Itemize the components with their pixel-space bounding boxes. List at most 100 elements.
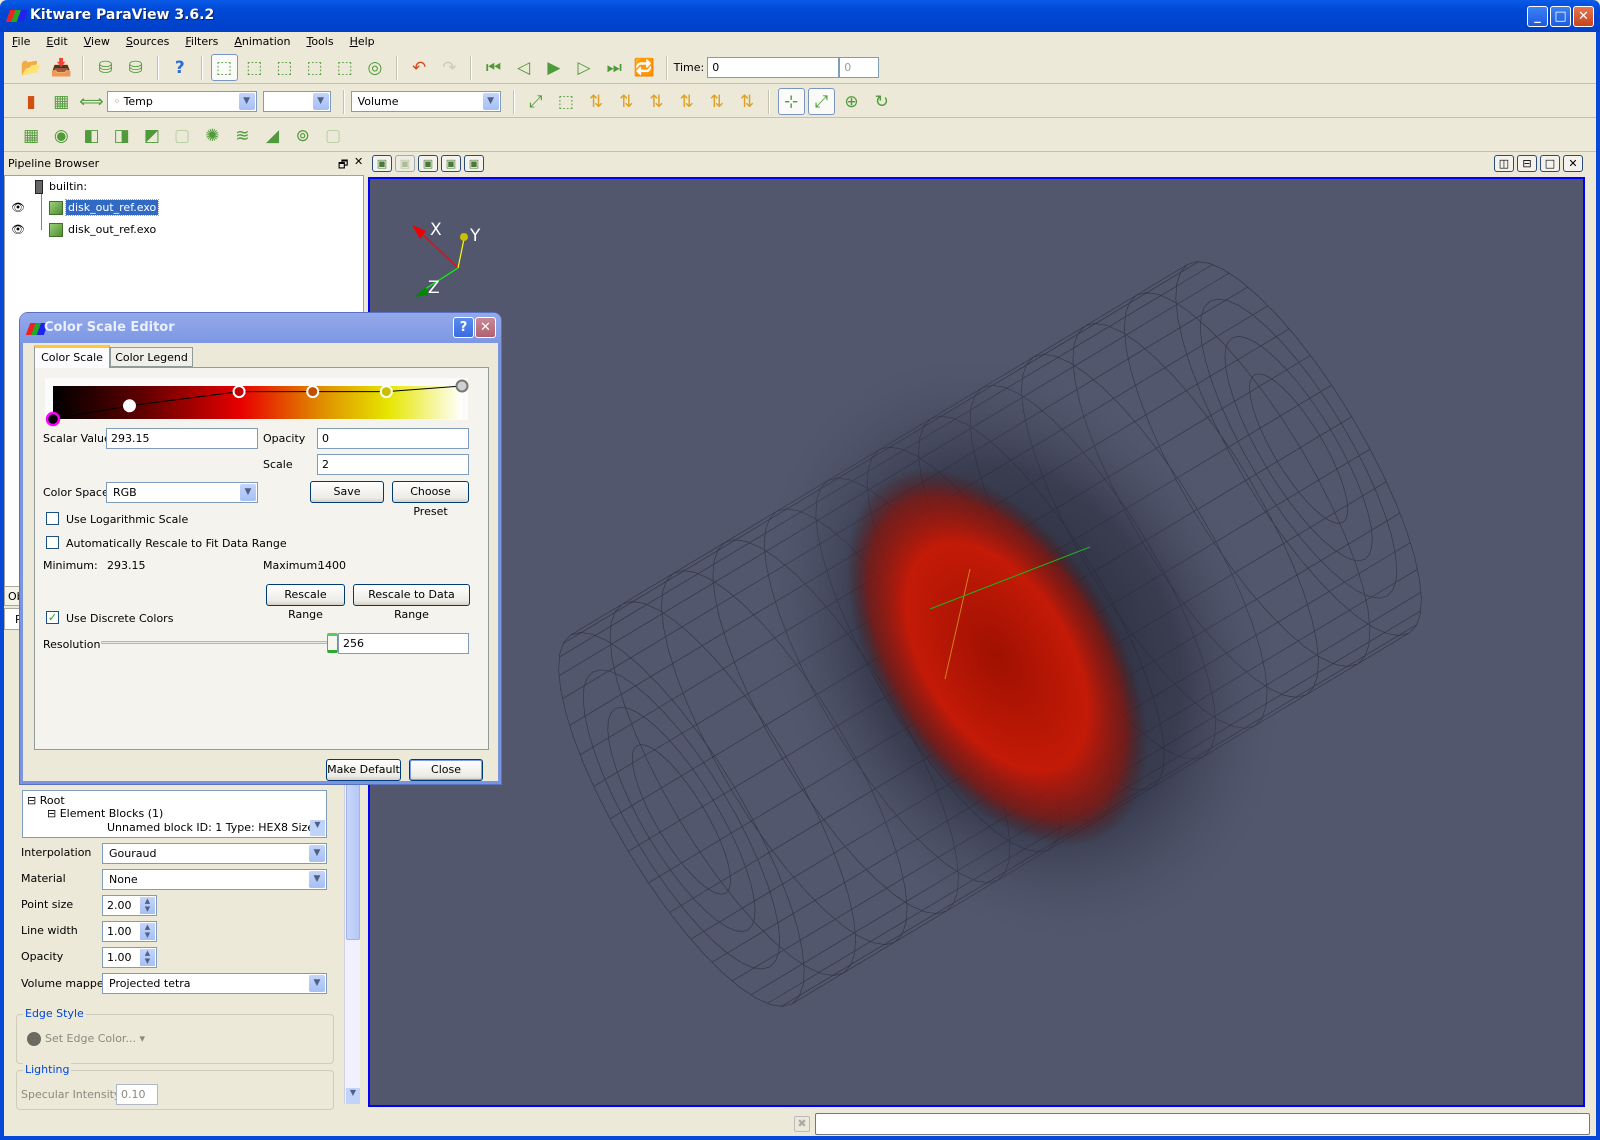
chart-icon[interactable]: ▣ xyxy=(441,155,461,172)
pick-center-icon[interactable]: ⊕ xyxy=(838,88,865,115)
server-item[interactable]: builtin: xyxy=(35,178,87,196)
use-log-scale-checkbox[interactable] xyxy=(46,512,59,525)
set-edge-color-button[interactable]: Set Edge Color... ▾ xyxy=(27,1032,145,1046)
material-select[interactable]: None ▼ xyxy=(102,869,327,890)
minimize-button[interactable]: _ xyxy=(1527,6,1548,27)
scroll-down-icon[interactable]: ▼ xyxy=(346,1088,360,1104)
warp-vector-icon[interactable]: ◢ xyxy=(259,122,286,149)
connect-icon[interactable]: ⛁ xyxy=(92,54,119,81)
close-window-button[interactable]: ✕ xyxy=(1573,6,1594,27)
visibility-eye-icon[interactable]: 👁 xyxy=(11,199,25,217)
control-point[interactable] xyxy=(455,379,469,393)
component-select[interactable]: ▼ xyxy=(262,91,331,112)
capture-icon[interactable]: ▣ xyxy=(372,155,392,172)
split-vertical-icon[interactable]: ⊟ xyxy=(1517,155,1537,172)
interactive-select-icon[interactable]: ◎ xyxy=(361,54,388,81)
control-point[interactable] xyxy=(122,399,136,413)
menu-file[interactable]: File xyxy=(4,32,38,52)
representation-select[interactable]: Volume ▼ xyxy=(350,91,501,112)
menu-filters[interactable]: Filters xyxy=(177,32,226,52)
clear-progress-icon[interactable]: ✖ xyxy=(794,1116,810,1132)
link-camera-icon[interactable]: ▣ xyxy=(395,155,415,172)
maximize-view-icon[interactable]: □ xyxy=(1540,155,1560,172)
auto-rescale-checkbox[interactable] xyxy=(46,536,59,549)
loop-icon[interactable]: 🔁 xyxy=(631,54,658,81)
color-space-select[interactable]: RGB ▼ xyxy=(106,482,258,503)
menu-help[interactable]: Help xyxy=(342,32,383,52)
tab-color-legend[interactable]: Color Legend xyxy=(110,347,193,367)
tab-color-scale[interactable]: Color Scale xyxy=(34,345,110,368)
select-points-frustum-icon[interactable]: ⬚ xyxy=(301,54,328,81)
view-plus-z-icon[interactable]: ⇅ xyxy=(703,88,730,115)
control-point[interactable] xyxy=(306,385,320,399)
view-plus-y-icon[interactable]: ⇅ xyxy=(643,88,670,115)
group-datasets-icon[interactable]: ⊚ xyxy=(289,122,316,149)
calculator-icon[interactable]: ▦ xyxy=(18,122,45,149)
dialog-title-bar[interactable]: Color Scale Editor ? ✕ xyxy=(20,313,501,343)
spin-arrows-icon[interactable]: ▲ ▼ xyxy=(140,897,155,914)
stream-tracer-icon[interactable]: ≋ xyxy=(229,122,256,149)
select-cells-icon[interactable]: ⬚ xyxy=(210,54,238,81)
view-minus-z-icon[interactable]: ⇅ xyxy=(733,88,760,115)
next-frame-icon[interactable]: ▷ xyxy=(571,54,598,81)
view-minus-y-icon[interactable]: ⇅ xyxy=(673,88,700,115)
menu-animation[interactable]: Animation xyxy=(226,32,298,52)
control-point[interactable] xyxy=(232,385,246,399)
edit-colormap-icon[interactable]: ▮ xyxy=(18,88,45,115)
slider-handle[interactable] xyxy=(327,633,338,653)
spreadsheet-icon[interactable]: ▣ xyxy=(418,155,438,172)
use-discrete-colors-checkbox[interactable]: ✓ xyxy=(46,611,59,624)
save-button[interactable]: Save xyxy=(310,481,384,503)
select-cells-frustum-icon[interactable]: ⬚ xyxy=(271,54,298,81)
resolution-input[interactable]: 256 xyxy=(338,633,469,654)
menu-edit[interactable]: Edit xyxy=(38,32,75,52)
make-default-button[interactable]: Make Default xyxy=(326,759,401,781)
3d-scene[interactable]: X Y Z xyxy=(370,179,1585,1107)
interpolation-select[interactable]: Gouraud ▼ xyxy=(102,843,327,864)
close-button[interactable]: Close xyxy=(409,759,483,781)
rescale-to-data-range-button[interactable]: Rescale to Data Range xyxy=(353,584,470,621)
scalar-value-input[interactable]: 293.15 xyxy=(106,428,258,449)
rotate-center-icon[interactable]: ↻ xyxy=(868,88,895,115)
select-points-icon[interactable]: ⬚ xyxy=(241,54,268,81)
close-dialog-button[interactable]: ✕ xyxy=(475,317,496,338)
resolution-slider[interactable] xyxy=(101,633,338,653)
lookmark-icon[interactable]: ▣ xyxy=(464,155,484,172)
previous-frame-icon[interactable]: ◁ xyxy=(510,54,537,81)
scale-input[interactable]: 2 xyxy=(317,454,469,475)
spin-arrows-icon[interactable]: ▲ ▼ xyxy=(140,949,155,966)
extract-level-icon[interactable]: ▢ xyxy=(319,122,346,149)
pipeline-item[interactable]: disk_out_ref.exo xyxy=(49,199,160,217)
zoom-to-box-icon[interactable]: ⬚ xyxy=(552,88,579,115)
toggle-color-legend-icon[interactable]: ▦ xyxy=(48,88,75,115)
rescale-range-button[interactable]: Rescale Range xyxy=(266,584,345,621)
clip-icon[interactable]: ◧ xyxy=(78,122,105,149)
save-data-icon[interactable]: 📥 xyxy=(48,54,75,81)
transfer-function-editor[interactable] xyxy=(45,378,469,427)
view-plus-x-icon[interactable]: ⇅ xyxy=(583,88,610,115)
menu-sources[interactable]: Sources xyxy=(118,32,178,52)
line-width-spinbox[interactable]: 1.00 ▲ ▼ xyxy=(102,921,157,942)
play-icon[interactable]: ▶ xyxy=(540,54,567,81)
reset-center-icon[interactable]: ⤢ xyxy=(807,88,835,115)
split-horizontal-icon[interactable]: ◫ xyxy=(1494,155,1514,172)
slice-icon[interactable]: ◨ xyxy=(108,122,135,149)
first-frame-icon[interactable]: ⏮ xyxy=(480,54,507,81)
threshold-icon[interactable]: ◩ xyxy=(138,122,165,149)
volume-mapper-select[interactable]: Projected tetra ▼ xyxy=(102,973,327,994)
disconnect-icon[interactable]: ⛁ xyxy=(122,54,149,81)
control-point[interactable] xyxy=(45,411,61,427)
opacity-spinbox[interactable]: 1.00 ▲ ▼ xyxy=(102,947,157,968)
reset-camera-icon[interactable]: ⤢ xyxy=(522,88,549,115)
spin-arrows-icon[interactable]: ▲ ▼ xyxy=(140,923,155,940)
undock-icon[interactable]: 🗗 xyxy=(338,156,348,175)
contour-icon[interactable]: ◉ xyxy=(48,122,75,149)
close-panel-icon[interactable]: ✕ xyxy=(354,155,363,168)
glyph-icon[interactable]: ✺ xyxy=(199,122,226,149)
time-input[interactable]: 0 xyxy=(707,57,840,78)
chevron-down-icon[interactable]: ▼ xyxy=(309,975,325,992)
redo-icon[interactable]: ↷ xyxy=(436,54,463,81)
time-step-spinbox[interactable]: 0 xyxy=(839,57,880,78)
rescale-range-icon[interactable]: ⟺ xyxy=(78,88,105,115)
undo-icon[interactable]: ↶ xyxy=(406,54,433,81)
